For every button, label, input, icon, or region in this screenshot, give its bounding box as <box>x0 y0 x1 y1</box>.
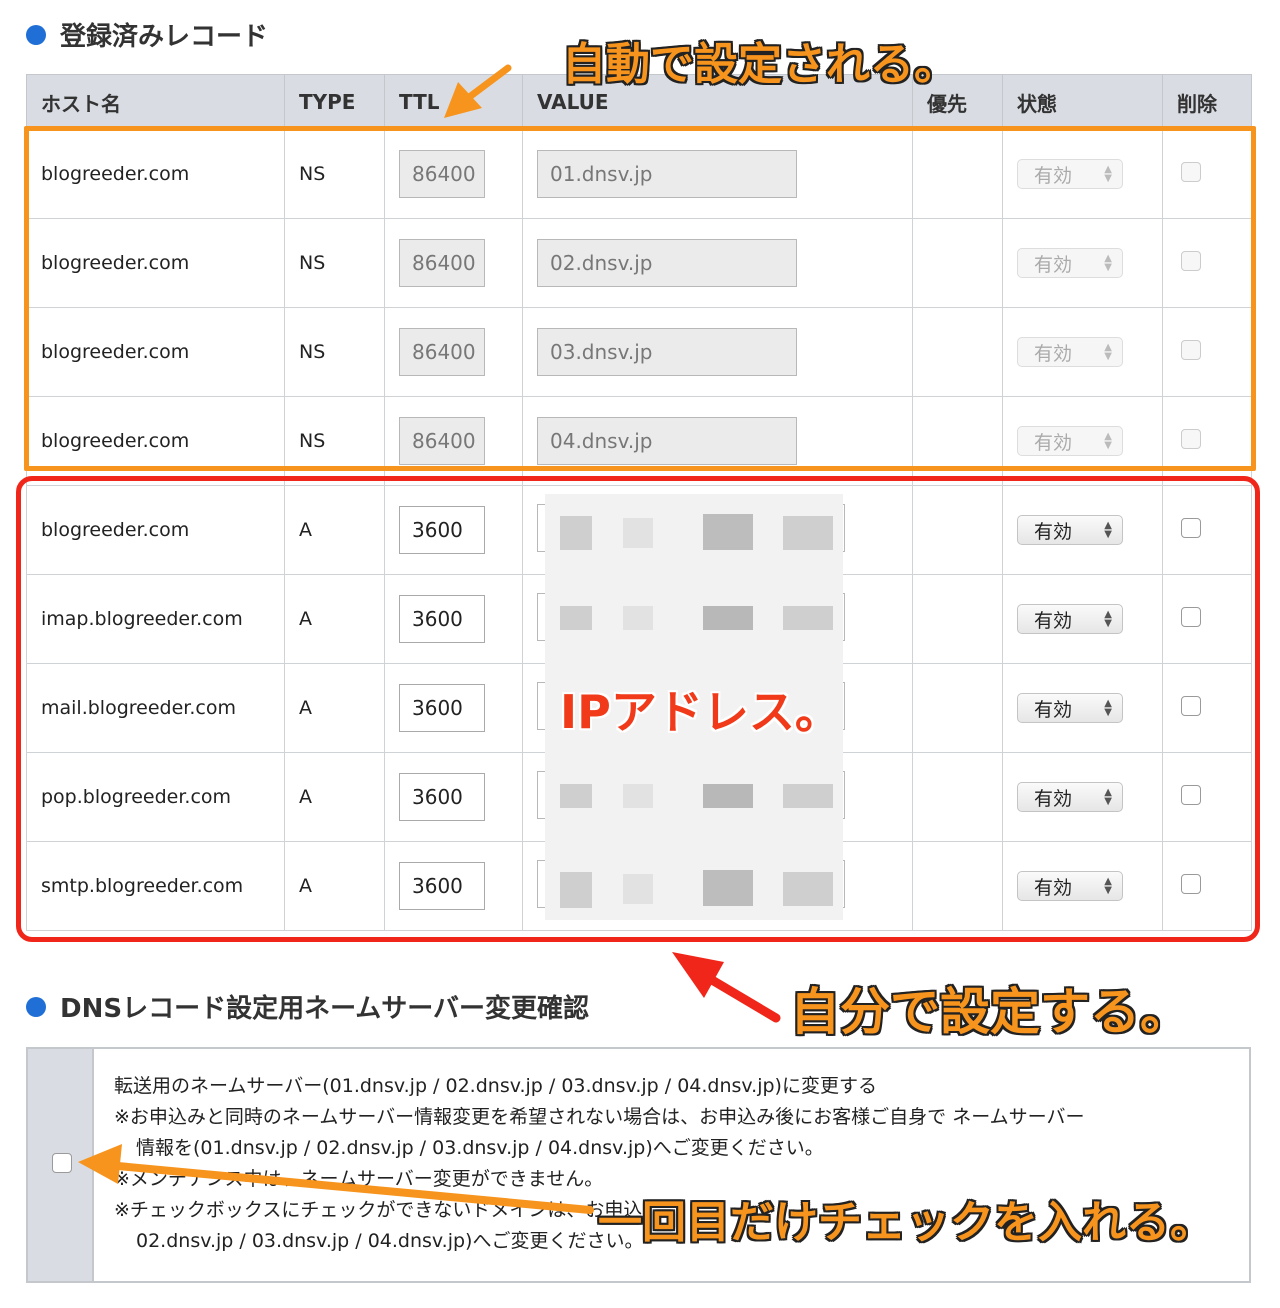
col-status: 状態 <box>1002 74 1163 130</box>
section-title: DNSレコード設定用ネームサーバー変更確認 <box>60 994 590 1024</box>
arrow-to-manual-icon <box>707 975 781 1023</box>
annotation-manual: 自分で設定する。 <box>790 983 1190 1041</box>
confirm-checkbox-cell <box>28 1049 94 1281</box>
col-host: ホスト名 <box>26 74 285 130</box>
section-ns-change: DNSレコード設定用ネームサーバー変更確認 <box>26 988 589 1025</box>
auto-records-highlight <box>24 126 1256 471</box>
annotation-auto: 自動で設定される。 <box>562 39 958 90</box>
bullet-icon <box>26 996 46 1017</box>
col-type: TYPE <box>284 74 385 130</box>
confirm-note: 情報を(01.dnsv.jp / 02.dnsv.jp / 03.dnsv.jp… <box>136 1137 824 1159</box>
annotation-ip: IPアドレス。 <box>560 685 841 739</box>
section-registered-records: 登録済みレコード <box>26 16 268 53</box>
bullet-icon <box>26 24 46 45</box>
section-title: 登録済みレコード <box>60 22 269 52</box>
arrow-to-manual-head <box>672 952 724 998</box>
col-delete: 削除 <box>1162 74 1252 130</box>
confirm-note: ※お申込みと同時のネームサーバー情報変更を希望されない場合は、お申込み後にお客様… <box>114 1106 1085 1128</box>
ns-change-checkbox[interactable] <box>52 1153 72 1173</box>
confirm-line: 転送用のネームサーバー(01.dnsv.jp / 02.dnsv.jp / 03… <box>114 1075 877 1097</box>
col-ttl: TTL <box>384 74 523 130</box>
annotation-first-time: 一回目だけチェックを入れる。 <box>598 1197 1214 1248</box>
